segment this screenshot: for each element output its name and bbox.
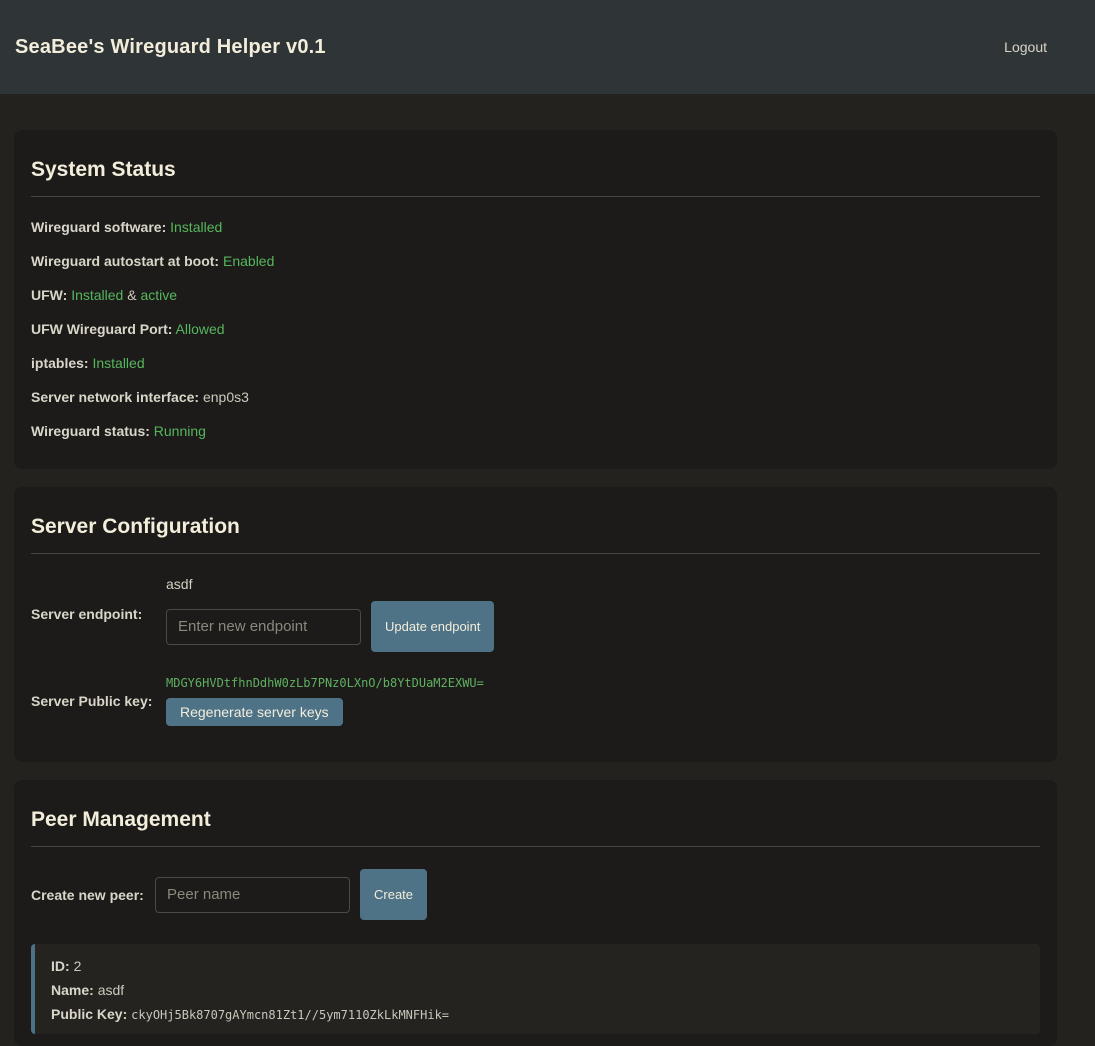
status-value-2: active — [140, 287, 177, 303]
create-peer-button[interactable]: Create — [360, 869, 427, 920]
peer-public-key-label: Public Key: — [51, 1006, 127, 1022]
peer-management-card: Peer Management Create new peer: Create … — [14, 780, 1057, 1046]
peer-name-line: Name: asdf — [51, 982, 1024, 998]
status-row-wireguard-status: Wireguard status: Running — [31, 423, 1040, 439]
status-row-ufw-port: UFW Wireguard Port: Allowed — [31, 321, 1040, 337]
peer-name-label: Name: — [51, 982, 94, 998]
server-endpoint-row: Server endpoint: asdf Update endpoint — [31, 576, 1040, 652]
server-endpoint-controls: asdf Update endpoint — [166, 576, 494, 652]
status-row-ufw: UFW: Installed & active — [31, 287, 1040, 303]
status-row-autostart: Wireguard autostart at boot: Enabled — [31, 253, 1040, 269]
status-value: enp0s3 — [203, 389, 249, 405]
server-configuration-title: Server Configuration — [31, 515, 1040, 539]
divider — [31, 553, 1040, 554]
page-main: System Status Wireguard software: Instal… — [0, 94, 1095, 1046]
status-label: Server network interface: — [31, 389, 199, 405]
server-public-key-value: MDGY6HVDtfhnDdhW0zLb7PNz0LXnO/b8YtDUaM2E… — [166, 676, 484, 690]
peer-public-key-value: ckyOHj5Bk8707gAYmcn81Zt1//5ym7110ZkLkMNF… — [131, 1008, 449, 1022]
status-row-iptables: iptables: Installed — [31, 355, 1040, 371]
server-public-key-label: Server Public key: — [31, 693, 166, 709]
app-title: SeaBee's Wireguard Helper v0.1 — [15, 36, 326, 59]
status-label: UFW Wireguard Port: — [31, 321, 172, 337]
peer-id-label: ID: — [51, 958, 70, 974]
server-public-key-controls: MDGY6HVDtfhnDdhW0zLb7PNz0LXnO/b8YtDUaM2E… — [166, 676, 484, 726]
app-header: SeaBee's Wireguard Helper v0.1 Logout — [0, 0, 1095, 94]
divider — [31, 196, 1040, 197]
peer-name-value: asdf — [98, 982, 124, 998]
regenerate-server-keys-button[interactable]: Regenerate server keys — [166, 698, 343, 726]
status-label: Wireguard software: — [31, 219, 166, 235]
system-status-title: System Status — [31, 158, 1040, 182]
peer-name-input[interactable] — [155, 877, 350, 913]
status-value: Enabled — [223, 253, 274, 269]
divider — [31, 846, 1040, 847]
status-label: Wireguard autostart at boot: — [31, 253, 219, 269]
peer-id-line: ID: 2 — [51, 958, 1024, 974]
server-endpoint-input-line: Update endpoint — [166, 601, 494, 652]
status-value: Installed — [71, 287, 123, 303]
create-peer-row: Create new peer: Create — [31, 869, 1040, 920]
endpoint-input[interactable] — [166, 609, 361, 645]
peer-list-item: ID: 2 Name: asdf Public Key: ckyOHj5Bk87… — [31, 944, 1040, 1034]
status-label: iptables: — [31, 355, 89, 371]
status-row-wireguard-software: Wireguard software: Installed — [31, 219, 1040, 235]
create-peer-label: Create new peer: — [31, 887, 155, 903]
system-status-card: System Status Wireguard software: Instal… — [14, 130, 1057, 469]
update-endpoint-button[interactable]: Update endpoint — [371, 601, 494, 652]
server-public-key-row: Server Public key: MDGY6HVDtfhnDdhW0zLb7… — [31, 676, 1040, 726]
status-label: Wireguard status: — [31, 423, 150, 439]
create-peer-controls: Create — [155, 869, 427, 920]
peer-management-title: Peer Management — [31, 808, 1040, 832]
status-value: Running — [154, 423, 206, 439]
status-value: Allowed — [176, 321, 225, 337]
server-endpoint-current-value: asdf — [166, 576, 494, 592]
status-value: Installed — [92, 355, 144, 371]
server-endpoint-label: Server endpoint: — [31, 606, 166, 622]
server-configuration-card: Server Configuration Server endpoint: as… — [14, 487, 1057, 762]
status-value: Installed — [170, 219, 222, 235]
status-row-network-interface: Server network interface: enp0s3 — [31, 389, 1040, 405]
status-separator: & — [127, 287, 136, 303]
status-label: UFW: — [31, 287, 67, 303]
peer-public-key-line: Public Key: ckyOHj5Bk8707gAYmcn81Zt1//5y… — [51, 1006, 1024, 1022]
peer-id-value: 2 — [74, 958, 82, 974]
logout-link[interactable]: Logout — [1004, 39, 1047, 55]
